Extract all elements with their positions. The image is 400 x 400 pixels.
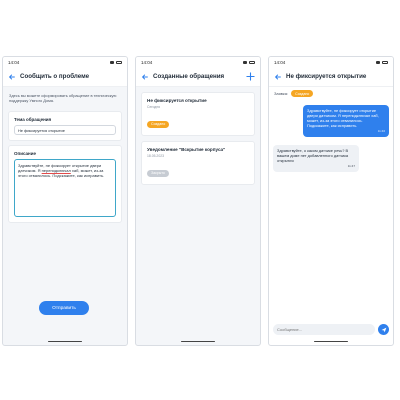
status-icons [243,60,255,64]
subject-input[interactable]: Не фиксируется открытие [14,125,116,135]
subject-card: Тема обращения Не фиксируется открытие [8,111,122,141]
status-time: 14:04 [274,59,286,65]
arrow-left-icon[interactable] [274,73,282,81]
app-bar: Сообщить о проблеме [3,67,127,87]
status-badge: Закрыто [147,169,169,177]
request-title: Не фиксируется открытие [147,98,207,103]
paper-plane-icon[interactable] [378,324,389,335]
send-button[interactable]: Отправить [39,301,89,315]
request-card[interactable]: Уведомление "Вскрытие корпуса" 18.05.202… [141,141,255,185]
request-date: 18.05.2023 [147,154,164,158]
status-badge: Создано [147,120,170,128]
request-title: Уведомление "Вскрытие корпуса" [147,147,226,152]
message-time: 11:47 [347,164,355,169]
request-status-row: Заявка: Создано [269,87,393,100]
description-card: Описание Здравствуйте, не фиксирует откр… [8,145,122,223]
message-time: 11:46 [377,129,385,134]
subject-label: Тема обращения [14,117,52,122]
status-bar: 14:04 [3,57,127,67]
screen-requests-list: 14:04 Созданные обращения Не фиксируется… [135,56,261,346]
page-title: Не фиксируется открытие [286,73,367,80]
home-indicator [181,340,215,342]
request-card[interactable]: Не фиксируется открытие Сегодня Создано [141,92,255,136]
arrow-left-icon[interactable] [8,73,16,81]
message-text: Здравствуйте, не фиксирует открытие двер… [307,108,379,129]
status-time: 14:04 [8,59,20,65]
outgoing-message: Здравствуйте, не фиксирует открытие двер… [303,105,389,138]
message-input[interactable] [273,324,375,335]
intro-text: Здесь вы можете сформировать обращение в… [9,93,117,103]
message-text: Здравствуйте, о каком датчике речь? В ва… [277,148,349,164]
home-indicator [48,340,82,342]
request-label: Заявка: [274,91,289,96]
status-bar: 14:04 [136,57,260,67]
app-bar: Созданные обращения [136,67,260,87]
description-textarea[interactable]: Здравствуйте, не фиксирует открытие двер… [14,159,116,217]
status-badge: Создано [291,90,314,97]
plus-icon[interactable] [246,72,255,81]
description-label: Описание [14,151,37,156]
incoming-message: Здравствуйте, о каком датчике речь? В ва… [273,145,359,173]
request-date: Сегодня [147,105,160,109]
screen-request-chat: 14:04 Не фиксируется открытие Заявка: Со… [268,56,394,346]
status-icons [376,60,388,64]
status-bar: 14:04 [269,57,393,67]
screen-report-problem: 14:04 Сообщить о проблеме Здесь вы может… [2,56,128,346]
arrow-left-icon[interactable] [141,73,149,81]
message-composer [273,324,389,335]
page-title: Сообщить о проблеме [20,73,90,80]
status-icons [110,60,122,64]
page-title: Созданные обращения [153,73,225,80]
home-indicator [314,340,348,342]
status-time: 14:04 [141,59,153,65]
app-bar: Не фиксируется открытие [269,67,393,87]
